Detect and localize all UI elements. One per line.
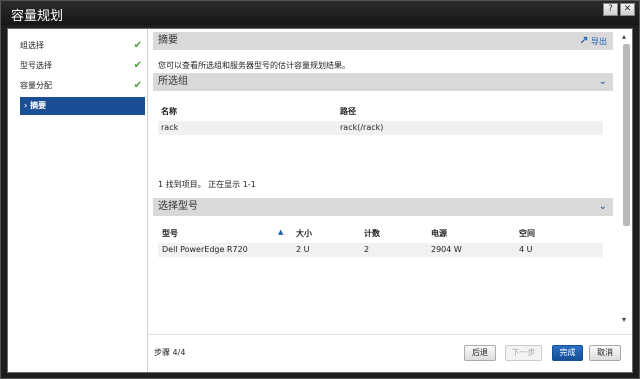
scroll-down-icon[interactable]: ▾ bbox=[622, 315, 626, 324]
vertical-scrollbar[interactable]: ▴ ▾ bbox=[621, 32, 632, 328]
summary-header: 摘要 ↗ 导出 bbox=[153, 32, 613, 50]
checkmark-icon: ✔ bbox=[133, 40, 142, 51]
checkmark-icon: ✔ bbox=[133, 80, 142, 91]
step-capacity-allocation[interactable]: 容量分配 ✔ bbox=[20, 77, 146, 95]
capacity-planning-dialog: 容量规划 ? ✕ 组选择 ✔ 型号选择 ✔ 容量分配 ✔ › 摘要 摘要 ↗ 导… bbox=[0, 0, 640, 379]
step-label: 摘要 bbox=[30, 101, 47, 110]
model-name: Dell PowerEdge R720 bbox=[162, 245, 248, 254]
model-space: 4 U bbox=[519, 245, 533, 254]
column-count[interactable]: 计数 bbox=[364, 228, 380, 239]
chevron-right-icon: › bbox=[24, 101, 28, 110]
wizard-steps: 组选择 ✔ 型号选择 ✔ 容量分配 ✔ › 摘要 bbox=[8, 29, 148, 372]
export-link[interactable]: ↗ 导出 bbox=[579, 32, 607, 51]
summary-description: 您可以查看所选组和服务器型号的估计容量规划结果。 bbox=[158, 61, 350, 70]
wizard-footer: 步骤 4/4 后退 下一步 完成 取消 bbox=[148, 334, 632, 372]
chevron-down-icon[interactable]: ⌄ bbox=[599, 198, 607, 216]
export-icon: ↗ bbox=[579, 34, 589, 47]
model-select-header[interactable]: 选择型号 ⌄ bbox=[153, 198, 613, 216]
scrollbar-thumb[interactable] bbox=[623, 44, 630, 226]
models-table-header: 型号 ▲ 大小 计数 电源 空间 bbox=[158, 228, 598, 242]
column-power[interactable]: 电源 bbox=[431, 228, 447, 239]
sort-ascending-icon: ▲ bbox=[278, 228, 284, 236]
title-bar: 容量规划 ? ✕ bbox=[1, 1, 639, 25]
checkmark-icon: ✔ bbox=[133, 60, 142, 71]
model-select-title: 选择型号 bbox=[158, 201, 198, 212]
model-power: 2904 W bbox=[431, 245, 462, 254]
step-model-select[interactable]: 型号选择 ✔ bbox=[20, 57, 146, 75]
column-model[interactable]: 型号 bbox=[162, 228, 178, 239]
group-path: rack(/rack) bbox=[340, 123, 384, 132]
finish-button[interactable]: 完成 bbox=[552, 345, 583, 361]
groups-status: 1 找到项目。 正在显示 1-1 bbox=[158, 180, 256, 189]
window-title: 容量规划 bbox=[11, 9, 64, 24]
step-summary[interactable]: › 摘要 bbox=[20, 97, 145, 115]
selected-groups-title: 所选组 bbox=[158, 76, 188, 87]
column-path: 路径 bbox=[340, 107, 356, 116]
window-controls: ? ✕ bbox=[603, 3, 635, 16]
step-label: 型号选择 bbox=[20, 61, 52, 70]
close-icon[interactable]: ✕ bbox=[620, 3, 635, 16]
model-size: 2 U bbox=[296, 245, 310, 254]
selected-groups-header[interactable]: 所选组 ⌄ bbox=[153, 73, 613, 91]
summary-title: 摘要 bbox=[158, 35, 178, 46]
summary-panel: 摘要 ↗ 导出 您可以查看所选组和服务器型号的估计容量规划结果。 所选组 ⌄ 名… bbox=[153, 32, 621, 332]
column-space[interactable]: 空间 bbox=[519, 228, 535, 239]
scroll-up-icon[interactable]: ▴ bbox=[622, 32, 626, 41]
groups-table-header: 名称 路径 bbox=[158, 106, 598, 120]
back-button[interactable]: 后退 bbox=[464, 345, 496, 361]
step-label: 容量分配 bbox=[20, 81, 52, 90]
column-size[interactable]: 大小 bbox=[296, 228, 312, 239]
group-name: rack bbox=[161, 123, 179, 132]
model-count: 2 bbox=[364, 245, 370, 254]
step-group-select[interactable]: 组选择 ✔ bbox=[20, 37, 146, 55]
step-label: 组选择 bbox=[20, 41, 44, 50]
help-icon[interactable]: ? bbox=[603, 3, 618, 16]
chevron-down-icon[interactable]: ⌄ bbox=[599, 73, 607, 91]
dialog-body: 组选择 ✔ 型号选择 ✔ 容量分配 ✔ › 摘要 摘要 ↗ 导出 您可以查看所选… bbox=[7, 28, 633, 373]
step-counter: 步骤 4/4 bbox=[154, 348, 186, 357]
next-button[interactable]: 下一步 bbox=[505, 345, 542, 361]
table-row[interactable]: Dell PowerEdge R720 2 U 2 2904 W 4 U bbox=[158, 243, 603, 257]
cancel-button[interactable]: 取消 bbox=[589, 345, 621, 361]
table-row[interactable]: rack rack(/rack) bbox=[158, 121, 603, 135]
column-name: 名称 bbox=[161, 107, 177, 116]
